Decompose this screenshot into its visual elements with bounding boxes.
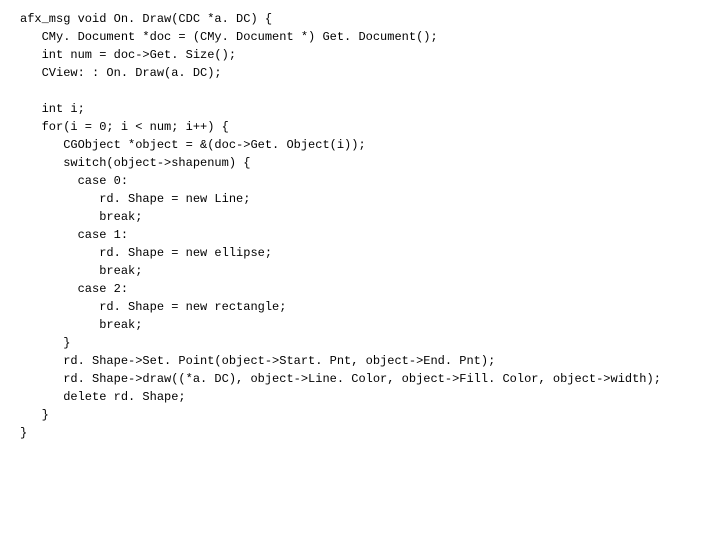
code-block: afx_msg void On. Draw(CDC *a. DC) { CMy.…	[0, 0, 720, 442]
